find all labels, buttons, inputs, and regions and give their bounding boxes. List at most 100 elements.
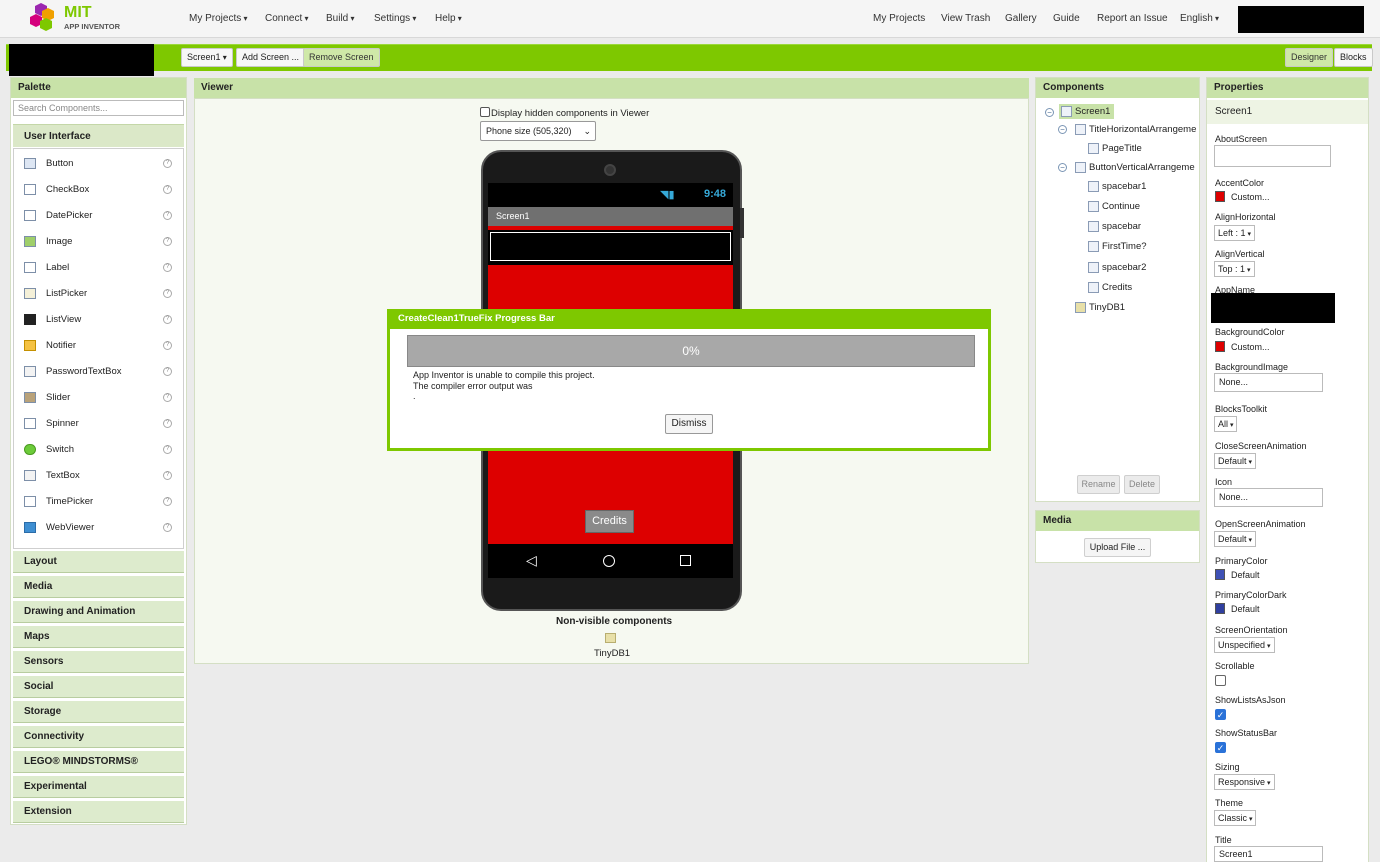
palette-item-textbox[interactable]: TextBox?: [14, 464, 183, 490]
category-sensors[interactable]: Sensors: [13, 651, 184, 673]
menu-help[interactable]: Help: [435, 13, 462, 24]
link-report-issue[interactable]: Report an Issue: [1097, 13, 1168, 24]
nonvisible-tinydb1[interactable]: TinyDB1: [594, 648, 630, 659]
link-my-projects[interactable]: My Projects: [873, 13, 925, 24]
tree-spacebar1[interactable]: spacebar1: [1088, 181, 1146, 192]
app-inventor-logo[interactable]: MIT APP INVENTOR: [28, 3, 138, 33]
collapse-icon[interactable]: −: [1058, 163, 1067, 172]
backgroundcolor-value[interactable]: Custom...: [1231, 342, 1270, 352]
help-icon[interactable]: ?: [163, 471, 172, 480]
help-icon[interactable]: ?: [163, 445, 172, 454]
accentcolor-swatch[interactable]: [1215, 191, 1225, 202]
help-icon[interactable]: ?: [163, 237, 172, 246]
category-drawing-animation[interactable]: Drawing and Animation: [13, 601, 184, 623]
primarycolordark-swatch[interactable]: [1215, 603, 1225, 614]
remove-screen-button[interactable]: Remove Screen: [303, 48, 380, 67]
collapse-icon[interactable]: −: [1058, 125, 1067, 134]
primarycolordark-value[interactable]: Default: [1231, 604, 1260, 614]
rename-button[interactable]: Rename: [1077, 475, 1120, 494]
showlistsasjson-checkbox[interactable]: ✓: [1215, 709, 1226, 720]
upload-file-button[interactable]: Upload File ...: [1084, 538, 1151, 557]
palette-item-spinner[interactable]: Spinner?: [14, 412, 183, 438]
category-user-interface[interactable]: User Interface: [13, 124, 184, 147]
palette-item-listpicker[interactable]: ListPicker?: [14, 282, 183, 308]
palette-item-passwordtextbox[interactable]: PasswordTextBox?: [14, 360, 183, 386]
help-icon[interactable]: ?: [163, 315, 172, 324]
phone-size-select[interactable]: Phone size (505,320) ⌄: [480, 121, 596, 141]
palette-item-image[interactable]: Image?: [14, 230, 183, 256]
blockstoolkit-select[interactable]: All: [1214, 416, 1238, 432]
help-icon[interactable]: ?: [163, 341, 172, 350]
scrollable-checkbox[interactable]: [1215, 675, 1226, 686]
tree-title-horizontal-arrangement[interactable]: TitleHorizontalArrangeme: [1075, 124, 1196, 135]
theme-select[interactable]: Classic: [1214, 810, 1257, 826]
tree-pagetitle[interactable]: PageTitle: [1088, 143, 1142, 154]
hidden-components-checkbox[interactable]: [480, 107, 490, 117]
redacted-appname-field[interactable]: [1211, 293, 1335, 323]
showstatusbar-checkbox[interactable]: ✓: [1215, 742, 1226, 753]
link-view-trash[interactable]: View Trash: [941, 13, 990, 24]
category-media[interactable]: Media: [13, 576, 184, 598]
palette-item-slider[interactable]: Slider?: [14, 386, 183, 412]
alignhorizontal-select[interactable]: Left : 1: [1214, 225, 1255, 241]
designer-button[interactable]: Designer: [1285, 48, 1334, 67]
screen-select[interactable]: Screen1: [181, 48, 233, 67]
help-icon[interactable]: ?: [163, 393, 172, 402]
category-experimental[interactable]: Experimental: [13, 776, 184, 798]
tree-tinydb1[interactable]: TinyDB1: [1075, 302, 1125, 313]
category-storage[interactable]: Storage: [13, 701, 184, 723]
menu-build[interactable]: Build: [326, 13, 355, 24]
palette-item-timepicker[interactable]: TimePicker?: [14, 490, 183, 516]
page-title-label[interactable]: [490, 232, 731, 261]
tree-continue[interactable]: Continue: [1088, 201, 1140, 212]
credits-button[interactable]: Credits: [585, 510, 634, 533]
palette-item-datepicker[interactable]: DatePicker?: [14, 204, 183, 230]
aboutscreen-textarea[interactable]: [1214, 145, 1331, 167]
collapse-icon[interactable]: −: [1045, 108, 1054, 117]
tree-spacebar2[interactable]: spacebar2: [1088, 262, 1146, 273]
link-guide[interactable]: Guide: [1053, 13, 1080, 24]
palette-item-checkbox[interactable]: CheckBox?: [14, 178, 183, 204]
category-maps[interactable]: Maps: [13, 626, 184, 648]
menu-settings[interactable]: Settings: [374, 13, 416, 24]
tree-button-vertical-arrangement[interactable]: ButtonVerticalArrangeme: [1075, 162, 1195, 173]
category-extension[interactable]: Extension: [13, 801, 184, 823]
help-icon[interactable]: ?: [163, 263, 172, 272]
menu-my-projects[interactable]: My Projects: [189, 13, 247, 24]
palette-item-webviewer[interactable]: WebViewer?: [14, 516, 183, 542]
palette-item-switch[interactable]: Switch?: [14, 438, 183, 464]
tree-spacebar[interactable]: spacebar: [1088, 221, 1141, 232]
accentcolor-value[interactable]: Custom...: [1231, 192, 1270, 202]
backgroundimage-picker[interactable]: None...: [1214, 373, 1323, 392]
sizing-select[interactable]: Responsive: [1214, 774, 1275, 790]
tree-screen1[interactable]: Screen1: [1059, 104, 1115, 120]
category-layout[interactable]: Layout: [13, 551, 184, 573]
palette-item-notifier[interactable]: Notifier?: [14, 334, 183, 360]
palette-search-input[interactable]: Search Components...: [13, 100, 184, 116]
backgroundcolor-swatch[interactable]: [1215, 341, 1225, 352]
help-icon[interactable]: ?: [163, 367, 172, 376]
help-icon[interactable]: ?: [163, 159, 172, 168]
help-icon[interactable]: ?: [163, 289, 172, 298]
palette-item-listview[interactable]: ListView?: [14, 308, 183, 334]
category-connectivity[interactable]: Connectivity: [13, 726, 184, 748]
screenorientation-select[interactable]: Unspecified: [1214, 637, 1275, 653]
alignvertical-select[interactable]: Top : 1: [1214, 261, 1255, 277]
help-icon[interactable]: ?: [163, 185, 172, 194]
help-icon[interactable]: ?: [163, 211, 172, 220]
help-icon[interactable]: ?: [163, 523, 172, 532]
help-icon[interactable]: ?: [163, 497, 172, 506]
language-select[interactable]: English: [1180, 13, 1219, 24]
dismiss-button[interactable]: Dismiss: [665, 414, 713, 434]
help-icon[interactable]: ?: [163, 419, 172, 428]
blocks-button[interactable]: Blocks: [1334, 48, 1373, 67]
tree-firsttime[interactable]: FirstTime?: [1088, 241, 1147, 252]
category-lego[interactable]: LEGO® MINDSTORMS®: [13, 751, 184, 773]
closescreenanimation-select[interactable]: Default: [1214, 453, 1256, 469]
title-textbox[interactable]: Screen1: [1214, 846, 1323, 862]
primarycolor-value[interactable]: Default: [1231, 570, 1260, 580]
palette-item-label-component[interactable]: Label?: [14, 256, 183, 282]
primarycolor-swatch[interactable]: [1215, 569, 1225, 580]
add-screen-button[interactable]: Add Screen ...: [236, 48, 306, 67]
tree-credits[interactable]: Credits: [1088, 282, 1132, 293]
